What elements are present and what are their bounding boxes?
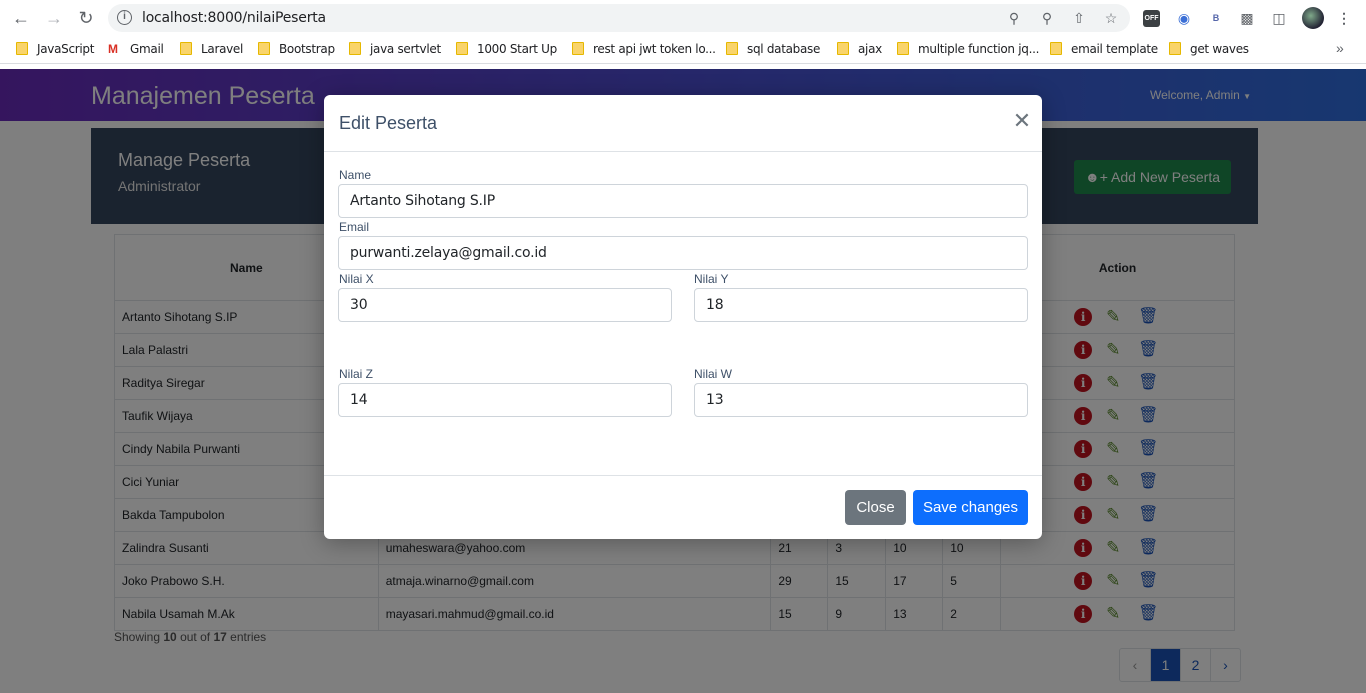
modal-header: Edit Peserta ✕ <box>324 95 1042 152</box>
profile-avatar[interactable] <box>1302 7 1324 29</box>
folder-icon <box>1050 42 1062 55</box>
name-field[interactable]: Artanto Sihotang S.IP <box>338 184 1028 218</box>
star-icon[interactable]: ☆ <box>1101 8 1121 28</box>
edit-peserta-modal: Edit Peserta ✕ Name Artanto Sihotang S.I… <box>324 95 1042 539</box>
bookmark-sql[interactable]: sql database <box>726 42 820 60</box>
bookmark-rest-api[interactable]: rest api jwt token lo... <box>572 42 716 60</box>
folder-icon <box>572 42 584 55</box>
nilai-x-label: Nilai X <box>339 272 374 286</box>
bookmark-bootstrap[interactable]: Bootstrap <box>258 42 335 60</box>
reload-icon[interactable]: ↻ <box>74 6 98 30</box>
share-icon[interactable]: ⇧ <box>1069 8 1089 28</box>
folder-icon <box>456 42 468 55</box>
modal-title: Edit Peserta <box>339 113 438 133</box>
nilai-w-label: Nilai W <box>694 367 732 381</box>
folder-icon <box>180 42 192 55</box>
folder-icon <box>349 42 361 55</box>
folder-icon <box>837 42 849 55</box>
email-field[interactable]: purwanti.zelaya@gmail.co.id <box>338 236 1028 270</box>
back-icon[interactable]: ← <box>9 6 33 30</box>
close-button[interactable]: Close <box>845 490 906 525</box>
nilai-y-label: Nilai Y <box>694 272 729 286</box>
key-icon[interactable]: ⚲ <box>1004 8 1024 28</box>
site-info-icon[interactable]: i <box>117 10 132 25</box>
nilai-y-field[interactable]: 18 <box>694 288 1028 322</box>
browser-toolbar: ← → ↻ i localhost:8000/nilaiPeserta ⚲ ⚲ … <box>0 0 1366 36</box>
name-label: Name <box>339 168 372 182</box>
url-text[interactable]: localhost:8000/nilaiPeserta <box>142 10 326 26</box>
bookmark-email-template[interactable]: email template <box>1050 42 1158 60</box>
extensions-puzzle-icon[interactable]: ▩ <box>1237 8 1257 28</box>
address-bar[interactable]: i localhost:8000/nilaiPeserta ⚲ ⚲ ⇧ ☆ <box>108 4 1130 32</box>
folder-icon <box>726 42 738 55</box>
bookmark-multiple-function[interactable]: multiple function jq... <box>897 42 1039 60</box>
more-bookmarks-icon[interactable]: » <box>1336 40 1344 56</box>
save-changes-button[interactable]: Save changes <box>913 490 1028 525</box>
bookmark-javascript[interactable]: JavaScript <box>16 42 94 60</box>
side-panel-icon[interactable]: ◫ <box>1269 8 1289 28</box>
bookmarks-bar: JavaScript M Gmail Laravel Bootstrap java… <box>0 36 1366 64</box>
nilai-w-field[interactable]: 13 <box>694 383 1028 417</box>
gmail-icon: M <box>108 42 118 56</box>
menu-kebab-icon[interactable]: ⋮ <box>1334 8 1354 28</box>
extension-globe-icon[interactable]: ◉ <box>1174 8 1194 28</box>
bookmark-get-waves[interactable]: get waves <box>1169 42 1249 60</box>
modal-footer: Close Save changes <box>324 475 1042 539</box>
nilai-x-field[interactable]: 30 <box>338 288 672 322</box>
extension-off-icon[interactable]: OFF <box>1143 10 1160 27</box>
nilai-z-field[interactable]: 14 <box>338 383 672 417</box>
zoom-icon[interactable]: ⚲ <box>1037 8 1057 28</box>
bookmark-startup[interactable]: 1000 Start Up <box>456 42 557 60</box>
folder-icon <box>258 42 270 55</box>
bookmark-ajax[interactable]: ajax <box>837 42 882 60</box>
forward-icon[interactable]: → <box>42 6 66 30</box>
bookmark-laravel[interactable]: Laravel <box>180 42 243 60</box>
bookmark-java-servlet[interactable]: java sertvlet <box>349 42 441 60</box>
folder-icon <box>1169 42 1181 55</box>
close-icon[interactable]: ✕ <box>1012 110 1032 132</box>
bookmark-gmail[interactable]: M Gmail <box>108 42 164 60</box>
folder-icon <box>16 42 28 55</box>
email-label: Email <box>339 220 370 234</box>
folder-icon <box>897 42 909 55</box>
nilai-z-label: Nilai Z <box>339 367 374 381</box>
extension-b-icon[interactable]: B <box>1206 8 1226 28</box>
